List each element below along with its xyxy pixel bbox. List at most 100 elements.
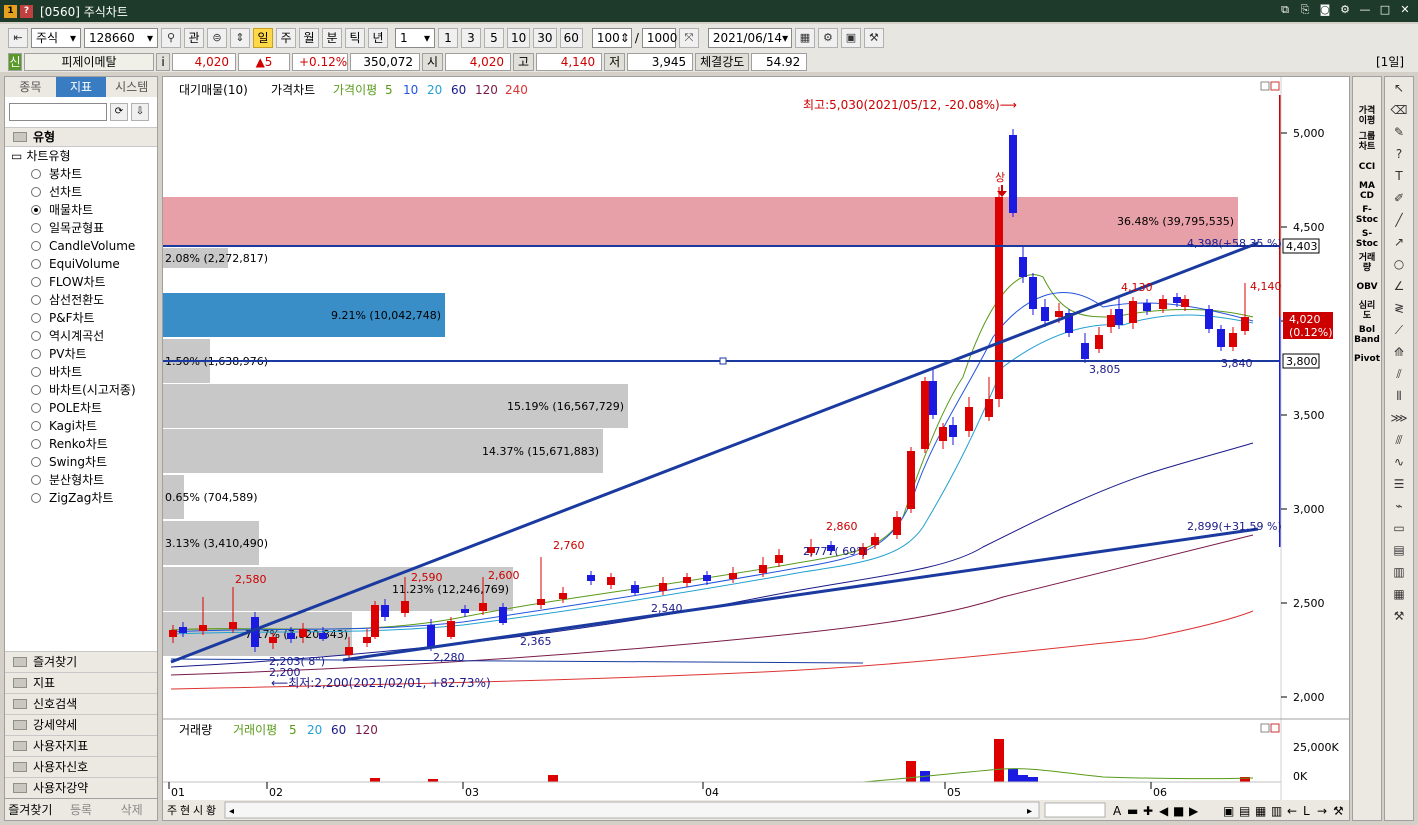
period-day-button[interactable]: 일 — [253, 28, 273, 48]
price-chart[interactable]: 대기매물(10) 가격차트 가격이평 5 10 20 60 120 240 36… — [163, 77, 1350, 821]
radio-icon[interactable] — [31, 259, 41, 269]
chart-type-item[interactable]: PV차트 — [5, 345, 157, 363]
save-small-icon[interactable]: ▣ — [1223, 804, 1234, 818]
pitchfork-icon[interactable]: ⫻ — [1385, 429, 1413, 451]
radio-icon[interactable] — [31, 169, 41, 179]
radio-icon[interactable] — [31, 205, 41, 215]
chart-type-item[interactable]: Swing차트 — [5, 453, 157, 471]
erase-all-icon[interactable]: ✎ — [1385, 121, 1413, 143]
quick-5-button[interactable]: 5 — [484, 28, 504, 48]
stop-icon[interactable]: ■ — [1173, 804, 1184, 818]
l-icon[interactable]: L — [1303, 804, 1310, 818]
updown-icon[interactable]: ⇕ — [230, 28, 250, 48]
bottom-section[interactable]: 지표 — [5, 672, 157, 693]
text-icon[interactable]: T — [1385, 165, 1413, 187]
gear-icon[interactable]: ⚙ — [1338, 3, 1352, 17]
bottom-section[interactable]: 강세약세 — [5, 714, 157, 735]
fibo-icon[interactable]: ⦀ — [1385, 385, 1413, 407]
close-icon[interactable]: ✕ — [1398, 3, 1412, 17]
radio-icon[interactable] — [31, 403, 41, 413]
chart-type-item[interactable]: 역시계곡선 — [5, 327, 157, 345]
chart-type-item[interactable]: Kagi차트 — [5, 417, 157, 435]
h-scrollbar[interactable] — [224, 801, 1040, 819]
tool-small-icon[interactable]: ⚒ — [1333, 804, 1344, 818]
indicator-shortcut[interactable]: S- Stoc — [1353, 227, 1381, 251]
quick-30-button[interactable]: 30 — [533, 28, 557, 48]
radio-icon[interactable] — [31, 187, 41, 197]
radio-icon[interactable] — [31, 313, 41, 323]
chart-type-item[interactable]: 봉차트 — [5, 165, 157, 183]
gann-icon[interactable]: ⟋ — [1385, 319, 1413, 341]
question-icon[interactable]: ? — [1385, 143, 1413, 165]
radio-icon[interactable] — [31, 241, 41, 251]
cycle-icon[interactable]: ⋙ — [1385, 407, 1413, 429]
radio-icon[interactable] — [31, 295, 41, 305]
code-input[interactable]: 128660 ▾ — [84, 28, 158, 48]
chart-icon[interactable]: ▦ — [794, 28, 815, 48]
panel-max-icon[interactable] — [1260, 81, 1270, 91]
zoom-icon[interactable]: ⤧ — [678, 28, 699, 48]
indicator-shortcut[interactable]: 심리 도 — [1353, 299, 1381, 323]
text-tool-icon[interactable]: A — [1113, 804, 1122, 818]
indicator-shortcut[interactable]: F- Stoc — [1353, 203, 1381, 227]
bottom-section[interactable]: 신호검색 — [5, 693, 157, 714]
arrow-left-icon[interactable]: ← — [1287, 804, 1297, 818]
interval-select[interactable]: 1 ▾ — [395, 28, 435, 48]
radio-icon[interactable] — [31, 493, 41, 503]
bar-icon[interactable]: ▥ — [1271, 804, 1282, 818]
play-icon[interactable]: ▶ — [1189, 804, 1199, 818]
btab-ju[interactable]: 주 — [167, 804, 177, 817]
info-button[interactable]: i — [156, 53, 170, 71]
tool-icon[interactable]: ⚒ — [863, 28, 884, 48]
radio-icon[interactable] — [31, 475, 41, 485]
btab-si[interactable]: 시 — [193, 804, 203, 817]
ray-icon[interactable]: ↗ — [1385, 231, 1413, 253]
quick-10-button[interactable]: 10 — [507, 28, 531, 48]
stat-icon[interactable]: ▥ — [1385, 561, 1413, 583]
panel-close-icon[interactable] — [1270, 81, 1280, 91]
group-chart-type[interactable]: ▭ 차트유형 — [5, 147, 157, 165]
arrow-right-icon[interactable]: → — [1317, 804, 1327, 818]
download-icon[interactable]: ⇩ — [131, 103, 149, 121]
angle-icon[interactable]: ∠ — [1385, 275, 1413, 297]
indicator-shortcut[interactable]: CCI — [1353, 155, 1381, 179]
chart-type-item[interactable]: 바차트 — [5, 363, 157, 381]
table-icon[interactable]: ▤ — [1239, 804, 1250, 818]
maximize-icon[interactable]: □ — [1378, 3, 1392, 17]
zoom-out-icon[interactable]: ▬ — [1127, 804, 1138, 818]
indicator-shortcut[interactable]: OBV — [1353, 275, 1381, 299]
period-minute-button[interactable]: 분 — [322, 28, 342, 48]
doc-icon[interactable]: ▤ — [1385, 539, 1413, 561]
period-tick-button[interactable]: 틱 — [345, 28, 365, 48]
scroll-left-icon[interactable]: ◂ — [229, 806, 234, 817]
btab-favorites[interactable]: 즐겨찾기 — [5, 799, 56, 820]
list-icon[interactable]: ▦ — [1385, 583, 1413, 605]
scroll-right-icon[interactable]: ▸ — [1027, 806, 1032, 817]
btab-hyun[interactable]: 현 — [180, 804, 190, 817]
wrench-icon[interactable]: ⚒ — [1385, 605, 1413, 627]
fan-icon[interactable]: ⟰ — [1385, 341, 1413, 363]
quick-60-button[interactable]: 60 — [559, 28, 583, 48]
sync-icon[interactable]: ⊜ — [207, 28, 227, 48]
bottom-section[interactable]: 사용자지표 — [5, 735, 157, 756]
btab-hwang[interactable]: 황 — [206, 804, 216, 817]
period-month-button[interactable]: 월 — [299, 28, 319, 48]
radio-icon[interactable] — [31, 277, 41, 287]
chart-type-item[interactable]: ZigZag차트 — [5, 489, 157, 507]
btab-delete[interactable]: 삭제 — [106, 799, 157, 820]
indicator-shortcut[interactable]: Bol Band — [1353, 323, 1381, 347]
bottom-section[interactable]: 사용자신호 — [5, 756, 157, 777]
indicator-shortcut[interactable]: Pivot — [1353, 347, 1381, 371]
wave-icon[interactable]: ∿ — [1385, 451, 1413, 473]
zoom-in-icon[interactable]: ✚ — [1143, 804, 1153, 818]
chart-type-item[interactable]: FLOW차트 — [5, 273, 157, 291]
indicator-shortcut[interactable]: 가격 이평 — [1353, 103, 1381, 129]
tab-indicator[interactable]: 지표 — [55, 77, 107, 97]
radio-icon[interactable] — [31, 331, 41, 341]
play-back-icon[interactable]: ◀ — [1159, 804, 1169, 818]
bottom-section[interactable]: 사용자강약 — [5, 777, 157, 798]
indicator-search-input[interactable] — [9, 103, 107, 121]
total-input[interactable]: 1000 — [641, 28, 677, 48]
chart-type-item[interactable]: 일목균형표 — [5, 219, 157, 237]
zigzag-icon[interactable]: ≷ — [1385, 297, 1413, 319]
